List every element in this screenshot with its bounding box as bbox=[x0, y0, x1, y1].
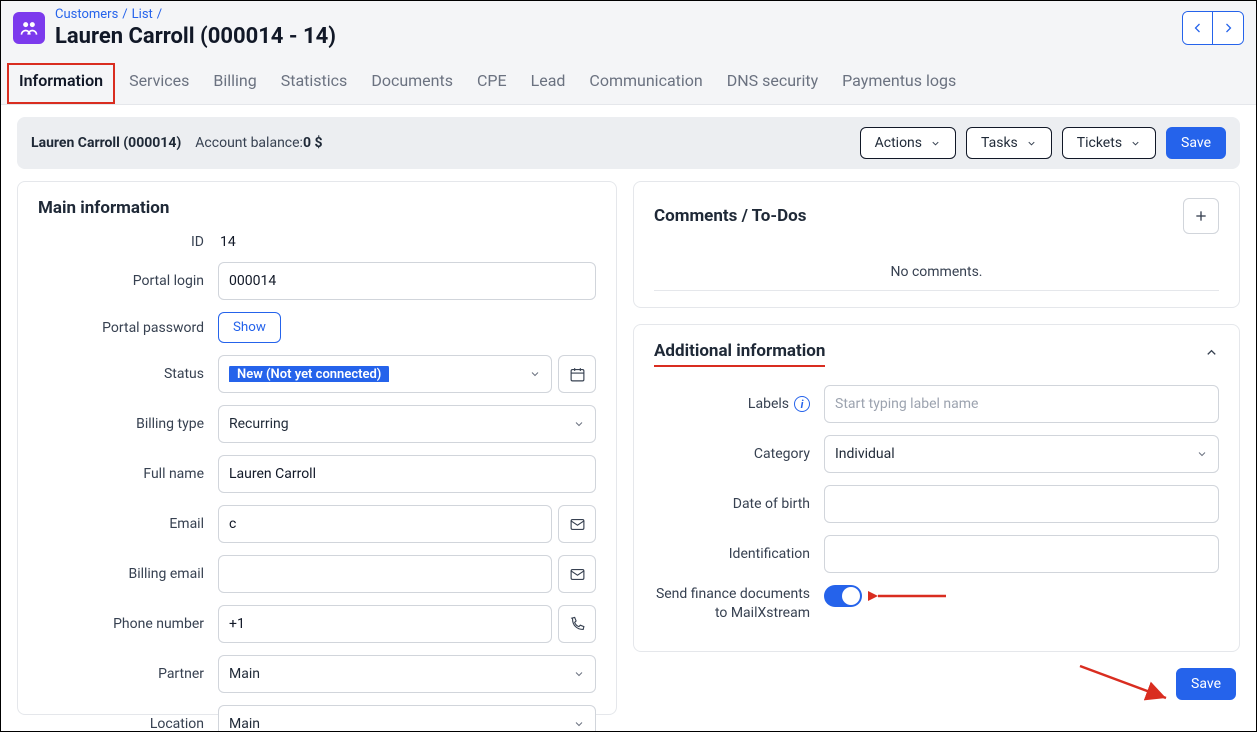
annotation-arrow-toggle bbox=[868, 582, 948, 610]
actions-dropdown[interactable]: Actions bbox=[860, 127, 956, 159]
toolbar-balance-label: Account balance: bbox=[195, 135, 303, 151]
call-phone-button[interactable] bbox=[558, 605, 596, 643]
next-record-button[interactable] bbox=[1213, 12, 1243, 44]
additional-information-panel: Additional information Labelsi Category bbox=[633, 324, 1240, 652]
tab-services[interactable]: Services bbox=[129, 63, 189, 104]
id-value: 14 bbox=[218, 234, 236, 250]
category-select[interactable]: Individual bbox=[824, 435, 1219, 473]
record-nav bbox=[1182, 11, 1244, 45]
tab-information[interactable]: Information bbox=[17, 63, 105, 104]
email-input[interactable] bbox=[218, 505, 552, 543]
location-label: Location bbox=[38, 716, 218, 731]
billing-type-select[interactable]: Recurring bbox=[218, 405, 596, 443]
send-finance-toggle[interactable] bbox=[824, 585, 862, 607]
tab-billing[interactable]: Billing bbox=[213, 63, 256, 104]
category-label: Category bbox=[654, 446, 824, 462]
save-button[interactable]: Save bbox=[1166, 127, 1226, 159]
send-billing-email-button[interactable] bbox=[558, 555, 596, 593]
page-title: Lauren Carroll (000014 - 14) bbox=[55, 24, 336, 49]
tab-cpe[interactable]: CPE bbox=[477, 63, 507, 104]
tabs: Information Services Billing Statistics … bbox=[1, 49, 1256, 105]
location-select[interactable]: Main bbox=[218, 705, 596, 731]
toolbar-balance-value: 0 $ bbox=[303, 135, 323, 151]
tab-communication[interactable]: Communication bbox=[589, 63, 702, 104]
status-badge: New (Not yet connected) bbox=[229, 366, 389, 382]
labels-input[interactable] bbox=[824, 385, 1219, 423]
partner-label: Partner bbox=[38, 666, 218, 682]
status-label: Status bbox=[38, 366, 218, 382]
toolbar-customer-name: Lauren Carroll (000014) bbox=[31, 135, 181, 151]
labels-info-icon[interactable]: i bbox=[794, 396, 810, 412]
portal-login-input[interactable] bbox=[218, 262, 596, 300]
portal-login-label: Portal login bbox=[38, 273, 218, 289]
toolbar: Lauren Carroll (000014) Account balance:… bbox=[17, 117, 1240, 169]
dob-input[interactable] bbox=[824, 485, 1219, 523]
prev-record-button[interactable] bbox=[1183, 12, 1213, 44]
identification-input[interactable] bbox=[824, 535, 1219, 573]
phone-label: Phone number bbox=[38, 616, 218, 632]
dob-label: Date of birth bbox=[654, 496, 824, 512]
main-information-panel: Main information ID 14 Portal login Port… bbox=[17, 181, 617, 715]
tasks-dropdown[interactable]: Tasks bbox=[966, 127, 1052, 159]
tickets-dropdown[interactable]: Tickets bbox=[1062, 127, 1156, 159]
tab-dns-security[interactable]: DNS security bbox=[727, 63, 818, 104]
send-finance-label: Send finance documents to MailXstream bbox=[654, 585, 824, 623]
tab-paymentus-logs[interactable]: Paymentus logs bbox=[842, 63, 956, 104]
additional-info-title: Additional information bbox=[654, 341, 825, 367]
labels-label: Labelsi bbox=[654, 396, 824, 413]
main-info-title: Main information bbox=[38, 198, 596, 218]
send-email-button[interactable] bbox=[558, 505, 596, 543]
tab-statistics[interactable]: Statistics bbox=[281, 63, 348, 104]
phone-input[interactable] bbox=[218, 605, 552, 643]
app-icon bbox=[13, 12, 45, 44]
crumb-list[interactable]: List bbox=[132, 7, 153, 22]
billing-email-label: Billing email bbox=[38, 566, 218, 582]
billing-type-label: Billing type bbox=[38, 416, 218, 432]
add-comment-button[interactable] bbox=[1183, 198, 1219, 234]
annotation-arrow-save bbox=[1076, 662, 1176, 706]
tab-lead[interactable]: Lead bbox=[531, 63, 566, 104]
portal-password-label: Portal password bbox=[38, 320, 218, 336]
id-label: ID bbox=[38, 234, 218, 250]
header: Customers/List/ Lauren Carroll (000014 -… bbox=[1, 1, 1256, 49]
collapse-additional-button[interactable] bbox=[1204, 345, 1219, 364]
full-name-label: Full name bbox=[38, 466, 218, 482]
billing-email-input[interactable] bbox=[218, 555, 552, 593]
breadcrumb: Customers/List/ bbox=[55, 7, 336, 22]
crumb-customers[interactable]: Customers bbox=[55, 7, 118, 22]
partner-select[interactable]: Main bbox=[218, 655, 596, 693]
no-comments-text: No comments. bbox=[654, 242, 1219, 291]
email-label: Email bbox=[38, 516, 218, 532]
identification-label: Identification bbox=[654, 546, 824, 562]
comments-title: Comments / To-Dos bbox=[654, 206, 806, 226]
bottom-save-button[interactable]: Save bbox=[1176, 668, 1236, 700]
status-schedule-button[interactable] bbox=[558, 355, 596, 393]
full-name-input[interactable] bbox=[218, 455, 596, 493]
comments-panel: Comments / To-Dos No comments. bbox=[633, 181, 1240, 308]
status-select[interactable]: New (Not yet connected) bbox=[218, 355, 552, 393]
show-password-button[interactable]: Show bbox=[218, 312, 281, 343]
tab-documents[interactable]: Documents bbox=[371, 63, 453, 104]
